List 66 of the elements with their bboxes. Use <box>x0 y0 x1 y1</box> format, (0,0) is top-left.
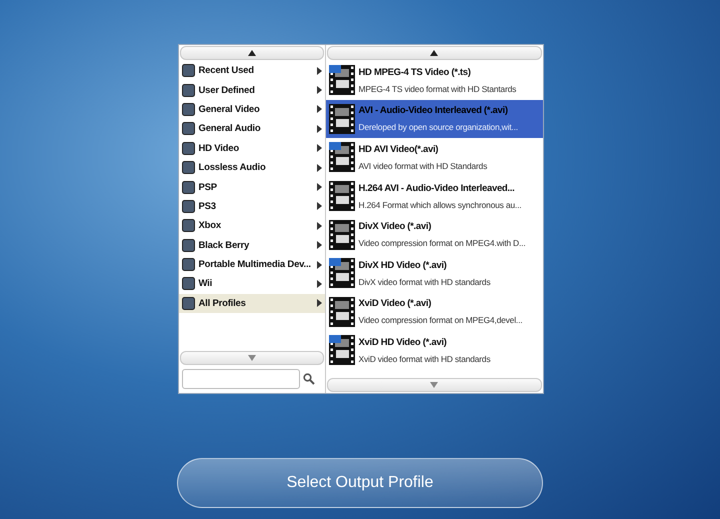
scroll-down-button[interactable] <box>326 378 542 392</box>
category-icon <box>182 296 194 310</box>
film-icon <box>328 104 354 134</box>
profile-item[interactable]: HD AVI Video(*.avi) AVI video format with HD Standards <box>326 138 542 177</box>
scroll-down-button[interactable] <box>180 351 324 365</box>
submenu-arrow-icon <box>316 299 322 308</box>
profile-item[interactable]: XviD HD Video (*.avi) XviD video format with HD standards <box>326 331 542 370</box>
submenu-arrow-icon <box>316 183 322 192</box>
profile-item[interactable]: XviD Video (*.avi) Video compression format on MPEG4,devel... <box>326 292 542 332</box>
category-icon <box>182 161 194 174</box>
search-field[interactable] <box>182 369 300 389</box>
profile-item[interactable]: H.264 AVI - Audio-Video Interleaved... H.264 Format which allows synchronous au... <box>326 176 542 216</box>
category-item[interactable]: User Defined <box>178 80 324 100</box>
submenu-arrow-icon <box>316 260 322 269</box>
category-icon <box>182 122 194 136</box>
submenu-arrow-icon <box>316 280 322 288</box>
category-item[interactable]: General Audio <box>178 119 324 139</box>
submenu-arrow-icon <box>316 202 322 210</box>
film-icon <box>328 181 354 212</box>
up-arrow-icon <box>430 50 438 56</box>
category-item[interactable]: Recent Used <box>178 61 324 80</box>
category-icon <box>182 64 194 78</box>
select-output-profile-button[interactable]: Select Output Profile <box>177 458 543 508</box>
category-icon <box>182 258 194 272</box>
hd-film-icon <box>328 335 354 366</box>
category-item[interactable]: All Profiles <box>178 294 324 314</box>
category-item[interactable]: HD Video <box>178 138 324 158</box>
submenu-arrow-icon <box>316 222 322 230</box>
category-icon <box>182 84 194 97</box>
profile-item[interactable]: AVI - Audio-Video Interleaved (*.avi) Dereloped by open source organization,wit... <box>326 100 542 138</box>
category-icon <box>182 102 194 116</box>
down-arrow-icon <box>430 382 438 388</box>
submenu-arrow-icon <box>316 105 322 114</box>
submenu-arrow-icon <box>316 66 322 75</box>
submenu-arrow-icon <box>316 144 322 152</box>
up-arrow-icon <box>248 50 256 56</box>
hd-film-icon <box>328 142 354 172</box>
profile-item[interactable]: DivX Video (*.avi) Video compression format on MPEG4.with D... <box>326 215 542 254</box>
submenu-arrow-icon <box>316 86 322 94</box>
scroll-up-button[interactable] <box>180 46 324 60</box>
profile-item[interactable]: DivX HD Video (*.avi) DivX video format with HD standards <box>326 254 542 293</box>
search-icon[interactable] <box>302 373 314 385</box>
category-item[interactable]: PS3 <box>178 196 324 216</box>
down-arrow-icon <box>248 355 256 361</box>
category-icon <box>182 219 194 232</box>
category-icon <box>182 200 194 213</box>
submenu-arrow-icon <box>316 164 322 172</box>
submenu-arrow-icon <box>316 241 322 250</box>
category-item[interactable]: Xbox <box>178 216 324 236</box>
profile-item[interactable]: HD MPEG-4 TS Video (*.ts) MPEG-4 TS video format with HD Stantards <box>326 61 542 100</box>
film-icon <box>328 296 354 327</box>
scroll-up-button[interactable] <box>326 46 542 60</box>
category-item[interactable]: Black Berry <box>178 236 324 255</box>
category-icon <box>182 277 194 290</box>
category-icon <box>182 180 194 194</box>
category-icon <box>182 142 194 155</box>
category-item[interactable]: Lossless Audio <box>178 158 324 178</box>
category-icon <box>182 238 194 252</box>
category-item[interactable]: General Video <box>178 100 324 120</box>
hd-film-icon <box>328 258 354 288</box>
submenu-arrow-icon <box>316 124 322 133</box>
hd-film-icon <box>328 65 354 96</box>
category-item[interactable]: Wii <box>178 274 324 294</box>
category-item[interactable]: PSP <box>178 177 324 197</box>
category-item[interactable]: Portable Multimedia Dev... <box>178 254 324 274</box>
film-icon <box>328 220 354 250</box>
